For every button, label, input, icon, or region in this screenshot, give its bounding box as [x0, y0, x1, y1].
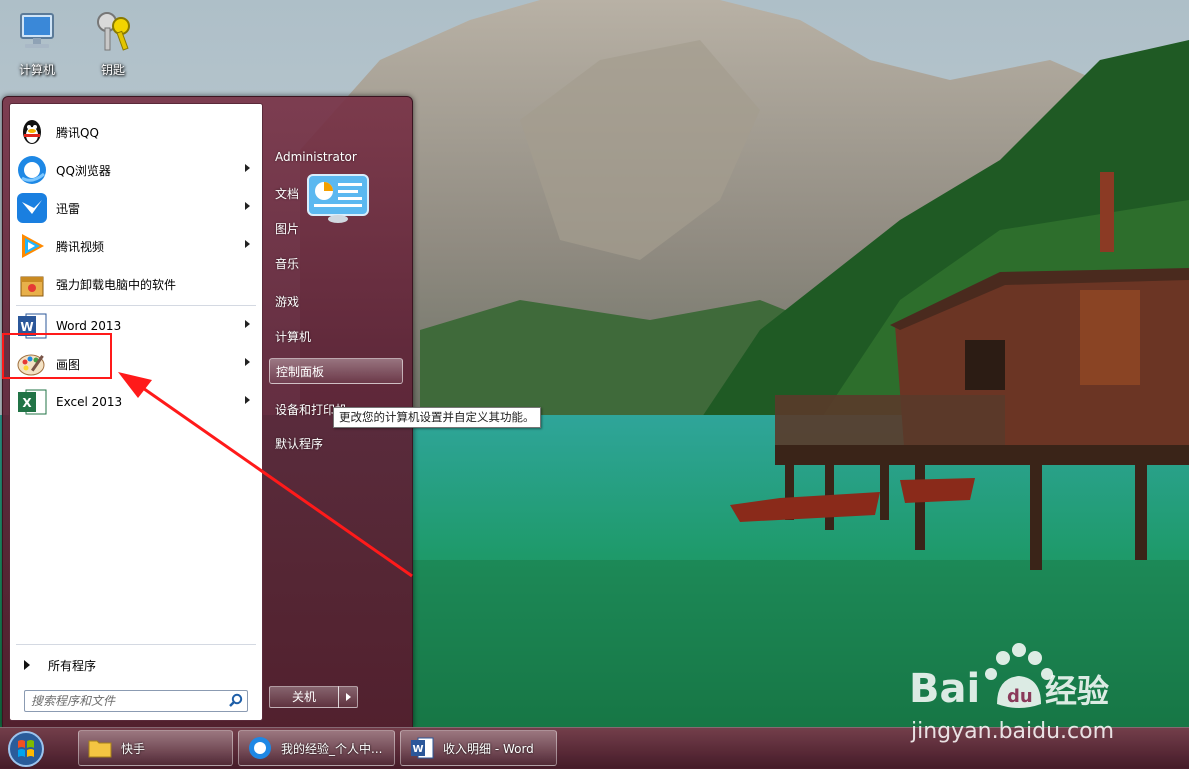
- taskbar-button-word-doc[interactable]: W 收入明细 - Word: [400, 730, 557, 766]
- program-label: 强力卸载电脑中的软件: [56, 277, 177, 292]
- desktop-icon-label: 计算机: [18, 63, 55, 77]
- submenu-arrow-icon: [245, 396, 250, 404]
- start-menu-programs-pane: 腾讯QQ QQ浏览器 迅雷 腾讯视频 强力卸载电脑中的软件 W Word 201…: [9, 103, 263, 721]
- start-right-documents[interactable]: 文档: [275, 185, 299, 202]
- tencent-video-icon: [22, 234, 44, 258]
- svg-text:W: W: [412, 744, 423, 755]
- chevron-right-icon: [346, 693, 351, 701]
- computer-icon: [20, 13, 54, 48]
- shutdown-options-button[interactable]: [338, 686, 358, 708]
- start-search-box[interactable]: [24, 690, 248, 712]
- shutdown-button[interactable]: 关机: [269, 686, 339, 708]
- start-right-user[interactable]: Administrator: [275, 150, 357, 164]
- word-icon: W: [411, 737, 434, 759]
- program-label: Word 2013: [56, 319, 122, 333]
- all-programs-button[interactable]: 所有程序: [12, 652, 260, 678]
- desktop-icon-label: 钥匙: [100, 63, 125, 77]
- desktop-icon-computer[interactable]: 计算机: [2, 8, 72, 78]
- desktop-icon-keys[interactable]: 钥匙: [78, 8, 148, 78]
- annotation-highlight-box: [2, 333, 112, 379]
- svg-text:X: X: [22, 396, 32, 410]
- baidu-jingyan-watermark: Bai du 经验 jingyan.baidu.com: [909, 643, 1114, 744]
- svg-text:du: du: [1007, 686, 1033, 707]
- program-item-uninstaller[interactable]: 强力卸载电脑中的软件: [12, 266, 260, 302]
- taskbar-button-label: 快手: [121, 741, 146, 756]
- submenu-arrow-icon: [245, 358, 250, 366]
- start-search-input[interactable]: [29, 692, 223, 710]
- keys-icon: [97, 12, 130, 51]
- submenu-arrow-icon: [245, 320, 250, 328]
- folder-icon: [88, 740, 112, 758]
- watermark-brand-left: Bai: [909, 666, 980, 712]
- qq-browser-icon: [18, 156, 46, 184]
- windows-start-orb-icon[interactable]: [4, 729, 48, 769]
- user-account-picture[interactable]: [306, 173, 370, 225]
- expand-triangle-icon: [24, 660, 30, 670]
- control-panel-tooltip: 更改您的计算机设置并自定义其功能。: [333, 407, 541, 428]
- program-item-xunlei[interactable]: 迅雷: [12, 190, 260, 226]
- qq-browser-icon: [249, 737, 271, 759]
- program-label: 腾讯视频: [56, 239, 105, 254]
- start-right-default-programs[interactable]: 默认程序: [275, 435, 323, 452]
- taskbar-button-label: 我的经验_个人中...: [281, 741, 383, 756]
- taskbar-button-kuaishou[interactable]: 快手: [78, 730, 233, 766]
- programs-separator: [16, 305, 256, 306]
- start-right-pictures[interactable]: 图片: [275, 220, 299, 237]
- submenu-arrow-icon: [245, 164, 250, 172]
- all-programs-label: 所有程序: [48, 658, 97, 673]
- start-right-music[interactable]: 音乐: [275, 255, 299, 272]
- watermark-brand-right: 经验: [1045, 672, 1109, 710]
- taskbar-button-browser[interactable]: 我的经验_个人中...: [238, 730, 395, 766]
- uninstall-box-icon: [20, 276, 44, 297]
- start-right-computer[interactable]: 计算机: [275, 328, 311, 345]
- program-item-excel-2013[interactable]: X Excel 2013: [12, 384, 260, 420]
- program-item-qq-browser[interactable]: QQ浏览器: [12, 152, 260, 188]
- excel-icon: X: [18, 389, 47, 415]
- qq-penguin-icon: [23, 120, 41, 144]
- start-right-control-panel[interactable]: 控制面板: [269, 358, 403, 384]
- watermark-url: jingyan.baidu.com: [910, 719, 1114, 744]
- start-right-games[interactable]: 游戏: [275, 293, 299, 310]
- program-label: 腾讯QQ: [56, 125, 99, 140]
- svg-text:W: W: [20, 320, 33, 334]
- program-label: QQ浏览器: [56, 163, 111, 178]
- program-item-tencent-video[interactable]: 腾讯视频: [12, 228, 260, 264]
- submenu-arrow-icon: [245, 240, 250, 248]
- xunlei-bird-icon: [17, 193, 47, 223]
- all-programs-separator: [16, 644, 256, 645]
- program-label: Excel 2013: [56, 395, 123, 409]
- program-label: 迅雷: [56, 201, 81, 216]
- search-icon[interactable]: [228, 693, 244, 709]
- program-item-qq[interactable]: 腾讯QQ: [12, 114, 260, 150]
- taskbar-button-label: 收入明细 - Word: [443, 741, 534, 756]
- submenu-arrow-icon: [245, 202, 250, 210]
